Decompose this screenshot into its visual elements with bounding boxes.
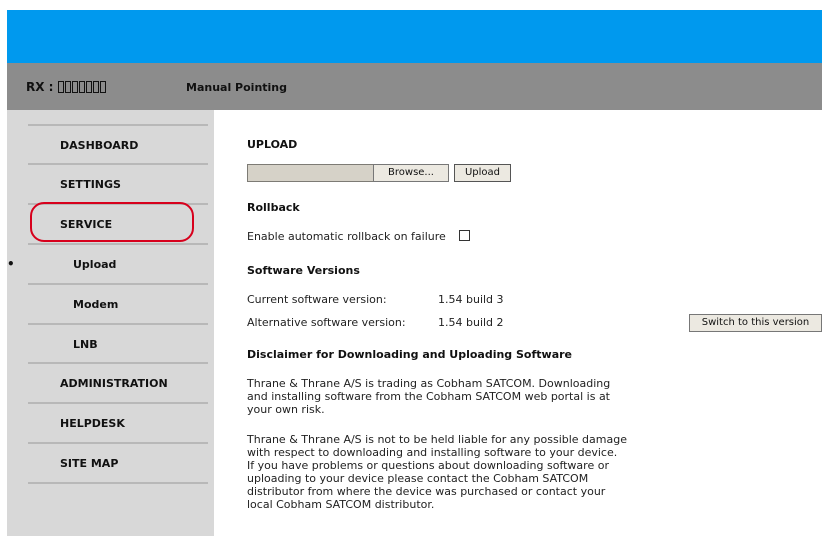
- rx-digit-box: [85, 81, 92, 93]
- sidebar-item-lnb[interactable]: LNB: [28, 323, 208, 362]
- rx-digit-box: [57, 81, 64, 93]
- rx-digit-box: [99, 81, 106, 93]
- sidebar-item-dashboard[interactable]: DASHBOARD: [28, 124, 208, 163]
- text-line: local Cobham SATCOM distributor.: [247, 498, 435, 511]
- text-line: Thrane & Thrane A/S is trading as Cobham…: [247, 377, 611, 390]
- sidebar-item-modem[interactable]: Modem: [28, 283, 208, 322]
- alt-version-value: 1.54 build 2: [438, 316, 504, 329]
- sidebar-item-label: HELPDESK: [60, 417, 125, 430]
- current-version-value: 1.54 build 3: [438, 293, 504, 306]
- disclaimer-heading: Disclaimer for Downloading and Uploading…: [247, 348, 573, 361]
- text-line: your own risk.: [247, 403, 325, 416]
- sidebar-item-label: DASHBOARD: [60, 139, 139, 152]
- text-line: uploading to your device please contact …: [247, 472, 589, 485]
- sidebar-item-label: SITE MAP: [60, 457, 119, 470]
- mode-label: Manual Pointing: [186, 81, 288, 94]
- sidebar-item-site-map[interactable]: SITE MAP: [28, 442, 208, 481]
- text-line: If you have problems or questions about …: [247, 459, 609, 472]
- rx-indicator: RX :: [26, 80, 107, 94]
- browse-button[interactable]: Browse...: [373, 164, 449, 182]
- text-line: Thrane & Thrane A/S is not to be held li…: [247, 433, 627, 446]
- switch-version-button[interactable]: Switch to this version: [689, 314, 822, 332]
- rollback-heading: Rollback: [247, 201, 300, 214]
- text-line: and installing software from the Cobham …: [247, 390, 610, 403]
- disclaimer-paragraph-2: Thrane & Thrane A/S is not to be held li…: [247, 433, 627, 511]
- sidebar-item-settings[interactable]: SETTINGS: [28, 163, 208, 202]
- selected-bullet: •: [7, 257, 15, 271]
- rx-digit-box: [64, 81, 71, 93]
- rx-digit-box: [92, 81, 99, 93]
- upload-heading: UPLOAD: [247, 138, 298, 151]
- rollback-checkbox-label: Enable automatic rollback on failure: [247, 230, 446, 243]
- rx-value-placeholder: [57, 80, 107, 94]
- sidebar-item-administration[interactable]: ADMINISTRATION: [28, 362, 208, 401]
- rx-digit-box: [71, 81, 78, 93]
- top-banner: [7, 10, 822, 63]
- current-version-label: Current software version:: [247, 293, 387, 306]
- sidebar-item-label: Upload: [73, 258, 117, 271]
- rx-digit-box: [78, 81, 85, 93]
- text-line: distributor from where the device was pu…: [247, 485, 606, 498]
- text-line: with respect to downloading and installi…: [247, 446, 618, 459]
- sidebar-item-label: SETTINGS: [60, 178, 121, 191]
- service-highlight-ring: [30, 202, 194, 242]
- alt-version-label: Alternative software version:: [247, 316, 406, 329]
- sidebar-item-label: Modem: [73, 298, 119, 311]
- rx-label: RX :: [26, 80, 54, 94]
- sidebar-item-upload[interactable]: • Upload: [7, 243, 208, 282]
- disclaimer-paragraph-1: Thrane & Thrane A/S is trading as Cobham…: [247, 377, 610, 416]
- status-bar: [7, 63, 822, 110]
- rollback-checkbox[interactable]: [459, 230, 470, 241]
- sidebar-item-label: LNB: [73, 338, 98, 351]
- software-versions-heading: Software Versions: [247, 264, 360, 277]
- upload-button[interactable]: Upload: [454, 164, 511, 182]
- sidebar-item-label: ADMINISTRATION: [60, 377, 168, 390]
- sidebar-divider: [28, 482, 208, 484]
- sidebar-item-helpdesk[interactable]: HELPDESK: [28, 402, 208, 441]
